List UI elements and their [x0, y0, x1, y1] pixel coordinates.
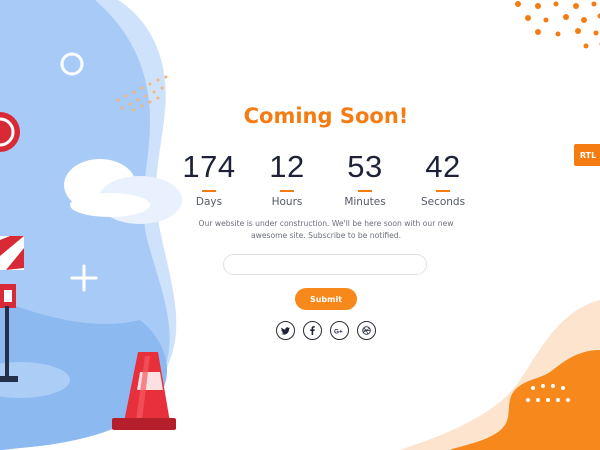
countdown-seconds: 42 Seconds — [403, 149, 483, 209]
countdown-days: 174 Days — [169, 149, 249, 209]
countdown-days-label: Days — [195, 196, 223, 208]
twitter-icon — [281, 326, 290, 335]
dribbble-button[interactable] — [357, 321, 376, 340]
dribbble-icon — [362, 326, 371, 335]
countdown-minutes-value: 53 — [347, 149, 383, 184]
facebook-button[interactable] — [303, 321, 322, 340]
svg-text:G+: G+ — [334, 328, 343, 335]
page-title: Coming Soon! — [243, 104, 409, 128]
countdown-minutes: 53 Minutes — [325, 149, 405, 209]
countdown-divider — [280, 190, 294, 192]
dot-pattern-top-right — [515, 1, 600, 49]
google-plus-icon: G+ — [334, 328, 343, 335]
countdown-divider — [202, 190, 216, 192]
construction-description: Our website is under construction. We'll… — [198, 219, 454, 240]
countdown-divider — [358, 190, 372, 192]
facebook-icon — [310, 326, 315, 335]
countdown-hours-label: Hours — [271, 196, 303, 208]
countdown-days-value: 174 — [182, 149, 236, 184]
google-plus-button[interactable]: G+ — [330, 321, 349, 340]
countdown-hours: 12 Hours — [247, 149, 327, 209]
twitter-button[interactable] — [276, 321, 295, 340]
coming-soon-page: Coming Soon! 174 Days 12 Hours 53 Minute… — [0, 0, 600, 450]
countdown-hours-value: 12 — [269, 149, 305, 184]
bottom-right-shapes — [400, 300, 600, 450]
email-input[interactable] — [223, 254, 427, 275]
rtl-toggle[interactable]: RTL — [574, 144, 600, 166]
submit-button[interactable]: Submit — [295, 288, 357, 310]
countdown-minutes-label: Minutes — [344, 196, 386, 208]
countdown-divider — [436, 190, 450, 192]
countdown-seconds-label: Seconds — [420, 196, 466, 208]
countdown-seconds-value: 42 — [425, 149, 461, 184]
